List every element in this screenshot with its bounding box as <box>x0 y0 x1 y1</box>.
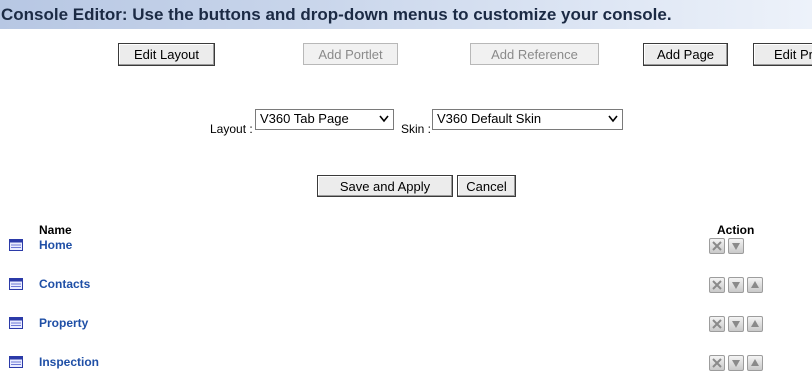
layout-select[interactable]: V360 Tab Page <box>255 109 394 130</box>
name-column-header: Name <box>39 223 72 237</box>
arrow-down-icon <box>732 360 740 367</box>
page-link-inspection[interactable]: Inspection <box>39 355 99 369</box>
save-and-apply-button[interactable]: Save and Apply <box>317 175 453 197</box>
add-page-button[interactable]: Add Page <box>643 43 728 66</box>
page-title: Console Editor: Use the buttons and drop… <box>1 5 672 24</box>
close-icon <box>712 358 722 368</box>
chevron-down-icon <box>379 115 389 123</box>
move-down-button[interactable] <box>728 355 744 371</box>
delete-button[interactable] <box>709 238 725 254</box>
move-down-button[interactable] <box>728 316 744 332</box>
move-up-button[interactable] <box>747 316 763 332</box>
edit-layout-button[interactable]: Edit Layout <box>118 43 215 66</box>
move-down-button[interactable] <box>728 277 744 293</box>
layout-label: Layout : <box>210 122 253 136</box>
page-link-property[interactable]: Property <box>39 316 88 330</box>
page-icon <box>9 278 23 290</box>
chevron-down-icon <box>608 115 618 123</box>
add-portlet-button[interactable]: Add Portlet <box>303 43 398 65</box>
arrow-up-icon <box>751 359 759 366</box>
delete-button[interactable] <box>709 277 725 293</box>
delete-button[interactable] <box>709 355 725 371</box>
skin-label: Skin : <box>401 122 432 136</box>
arrow-down-icon <box>732 282 740 289</box>
action-column-header: Action <box>717 223 755 237</box>
move-up-button[interactable] <box>747 355 763 371</box>
page-link-home[interactable]: Home <box>39 238 72 252</box>
move-down-button[interactable] <box>728 238 744 254</box>
add-reference-button[interactable]: Add Reference <box>470 43 599 65</box>
close-icon <box>712 319 722 329</box>
arrow-up-icon <box>751 320 759 327</box>
skin-select[interactable]: V360 Default Skin <box>432 109 623 130</box>
layout-select-value: V360 Tab Page <box>260 111 349 126</box>
delete-button[interactable] <box>709 316 725 332</box>
edit-properties-button[interactable]: Edit Pr <box>753 43 812 66</box>
close-icon <box>712 280 722 290</box>
arrow-down-icon <box>732 321 740 328</box>
page-link-contacts[interactable]: Contacts <box>39 277 90 291</box>
cancel-button[interactable]: Cancel <box>457 175 516 197</box>
arrow-down-icon <box>732 243 740 250</box>
page-icon <box>9 356 23 368</box>
arrow-up-icon <box>751 281 759 288</box>
page-icon <box>9 239 23 251</box>
page-icon <box>9 317 23 329</box>
skin-select-value: V360 Default Skin <box>437 111 542 126</box>
close-icon <box>712 241 722 251</box>
move-up-button[interactable] <box>747 277 763 293</box>
console-editor-header: Console Editor: Use the buttons and drop… <box>0 0 812 29</box>
